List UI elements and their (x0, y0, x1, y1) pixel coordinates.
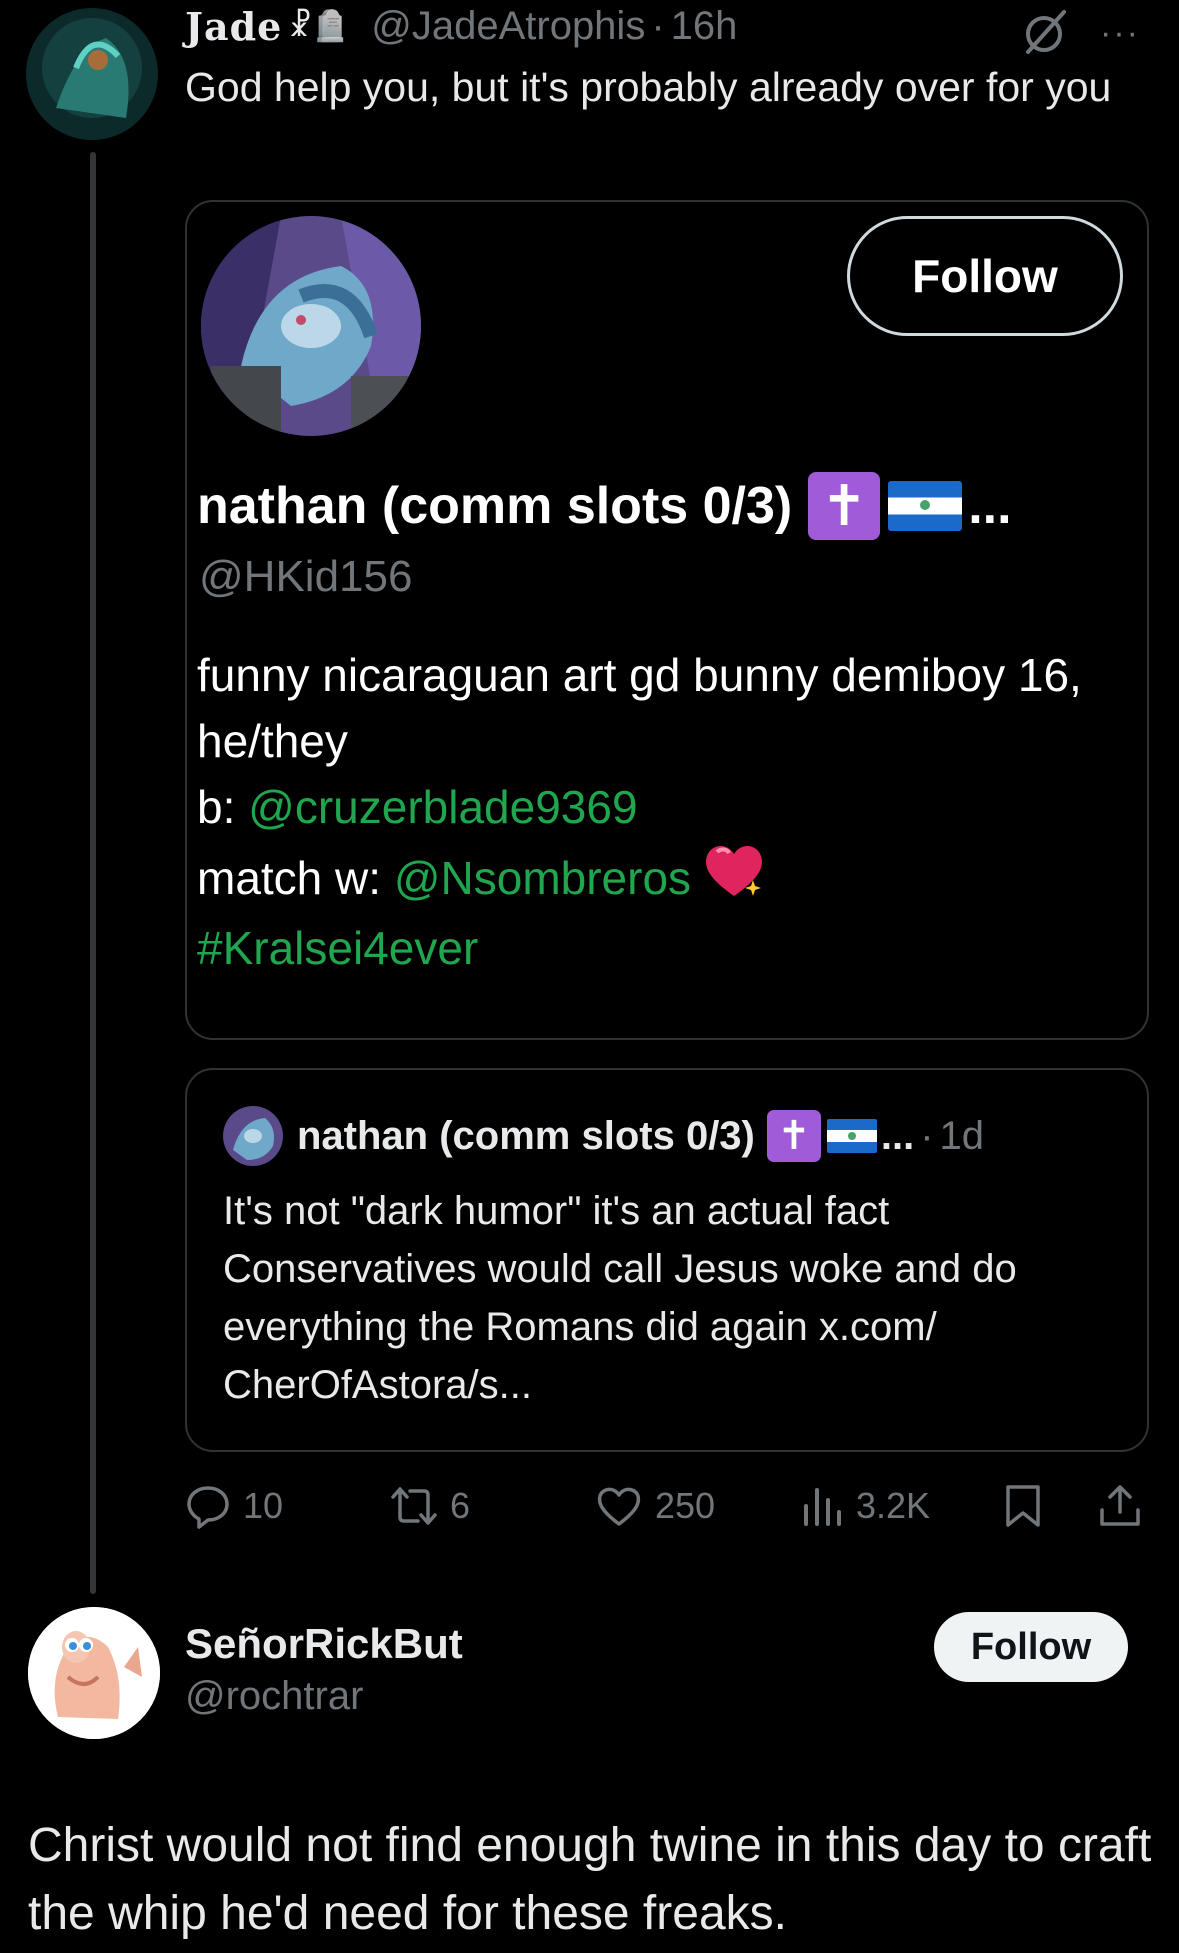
separator-dot: · (651, 3, 665, 48)
more-options-icon[interactable]: ··· (1100, 14, 1140, 53)
views-icon (804, 1488, 841, 1526)
bio-mention-link[interactable]: @cruzerblade9369 (248, 781, 637, 833)
profile-avatar-image (201, 216, 421, 436)
post-action-bar: 10 6 250 3.2K (185, 1476, 1145, 1536)
grok-icon[interactable] (1022, 8, 1070, 56)
bio-line: #Kralsei4ever (197, 915, 1137, 981)
avatar-image (28, 1607, 160, 1739)
cross-emoji: ✝ (808, 472, 881, 540)
reply-author-name[interactable]: SeñorRickBut (185, 1620, 463, 1668)
author-handle[interactable]: @JadeAtrophis (371, 4, 645, 49)
bio-line: funny nicaraguan art gd bunny demiboy 16… (197, 649, 1082, 767)
view-count: 3.2K (856, 1485, 931, 1526)
author-name[interactable]: Jade (185, 4, 282, 49)
reply-author-avatar[interactable] (28, 1607, 160, 1739)
name-ellipsis: ... (968, 477, 1012, 535)
reply-author-handle[interactable]: @rochtrar (185, 1674, 363, 1719)
quoted-post-text: It's not "dark humor" it's an actual fac… (223, 1189, 1017, 1407)
author-name-emoji: ☧🪦 (288, 9, 350, 43)
bookmark-button[interactable] (1003, 1476, 1043, 1536)
share-icon (1100, 1485, 1140, 1526)
share-button[interactable] (1097, 1476, 1143, 1536)
repost-icon (391, 1487, 437, 1525)
nicaragua-flag-icon (826, 1119, 877, 1153)
heart-icon (597, 1487, 641, 1526)
bookmark-icon (1006, 1485, 1040, 1527)
quoted-post[interactable]: nathan (comm slots 0/3) ✝ ... · 1d It's … (185, 1068, 1149, 1452)
nicaragua-flag-icon (888, 481, 963, 531)
post-time[interactable]: 16h (671, 4, 738, 49)
follow-button[interactable]: Follow (934, 1612, 1128, 1682)
profile-card-follow-button[interactable]: Follow (847, 216, 1123, 336)
post-header: Jade ☧🪦 @JadeAtrophis · 16h (185, 0, 737, 52)
bio-mention-link[interactable]: @Nsombreros (394, 845, 691, 911)
like-count: 250 (655, 1485, 716, 1526)
separator-dot: · (920, 1113, 934, 1158)
name-ellipsis: ... (880, 1113, 915, 1158)
reply-post-text: Christ would not find enough twine in th… (28, 1819, 1152, 1940)
like-button[interactable]: 250 (595, 1476, 715, 1536)
profile-card-handle[interactable]: @HKid156 (199, 552, 412, 602)
bio-line: b: @cruzerblade9369 (197, 774, 1137, 840)
repost-count: 6 (450, 1485, 471, 1526)
thread-connector-line (90, 152, 96, 1594)
quoted-post-time[interactable]: 1d (940, 1114, 985, 1159)
bio-label: b: (197, 781, 249, 833)
views-button[interactable]: 3.2K (800, 1476, 930, 1536)
author-avatar[interactable] (26, 8, 158, 140)
sparkling-heart-icon (701, 840, 767, 915)
reply-button[interactable]: 10 (185, 1476, 283, 1536)
profile-card-bio: funny nicaraguan art gd bunny demiboy 16… (197, 642, 1137, 981)
reply-count: 10 (243, 1485, 284, 1526)
embedded-profile-card[interactable]: Follow nathan (comm slots 0/3) ✝ ... @HK… (185, 200, 1149, 1040)
reply-icon (187, 1486, 229, 1529)
repost-button[interactable]: 6 (390, 1476, 470, 1536)
cross-emoji: ✝ (766, 1110, 821, 1162)
bio-line: match w: @Nsombreros (197, 840, 1137, 915)
quoted-post-header: nathan (comm slots 0/3) ✝ ... · 1d (223, 1106, 984, 1166)
bio-hashtag-link[interactable]: #Kralsei4ever (197, 922, 478, 974)
profile-card-name-text: nathan (comm slots 0/3) (197, 477, 793, 535)
quoted-author-avatar[interactable] (223, 1106, 283, 1166)
profile-card-avatar[interactable] (201, 216, 421, 436)
post-text: God help you, but it's probably already … (185, 64, 1112, 110)
quoted-author-name[interactable]: nathan (comm slots 0/3) (297, 1114, 755, 1159)
profile-card-name[interactable]: nathan (comm slots 0/3) ✝ ... (197, 472, 1012, 540)
avatar-image (26, 8, 158, 140)
bio-label: match w: (197, 851, 394, 904)
